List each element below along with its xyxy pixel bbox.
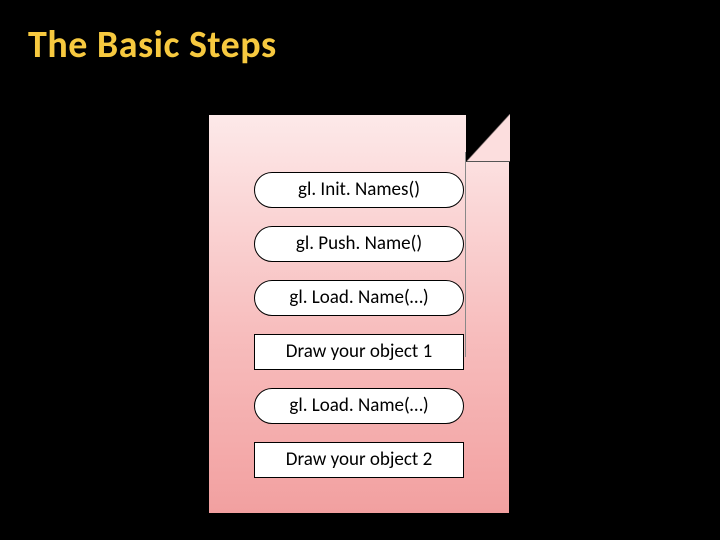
diagram-card: Render. Scene gl. Init. Names() gl. Push… bbox=[208, 114, 510, 514]
step-draw-object-2: Draw your object 2 bbox=[254, 442, 464, 478]
slide-title: The Basic Steps bbox=[0, 0, 720, 78]
step-draw-object-1: Draw your object 1 bbox=[254, 334, 464, 370]
dogear-mask bbox=[466, 114, 510, 162]
step-gl-load-name-2: gl. Load. Name(…) bbox=[254, 388, 464, 424]
step-gl-push-name: gl. Push. Name() bbox=[254, 226, 464, 262]
steps-container: gl. Init. Names() gl. Push. Name() gl. L… bbox=[208, 172, 510, 478]
step-gl-load-name-1: gl. Load. Name(…) bbox=[254, 280, 464, 316]
step-gl-init-names: gl. Init. Names() bbox=[254, 172, 464, 208]
